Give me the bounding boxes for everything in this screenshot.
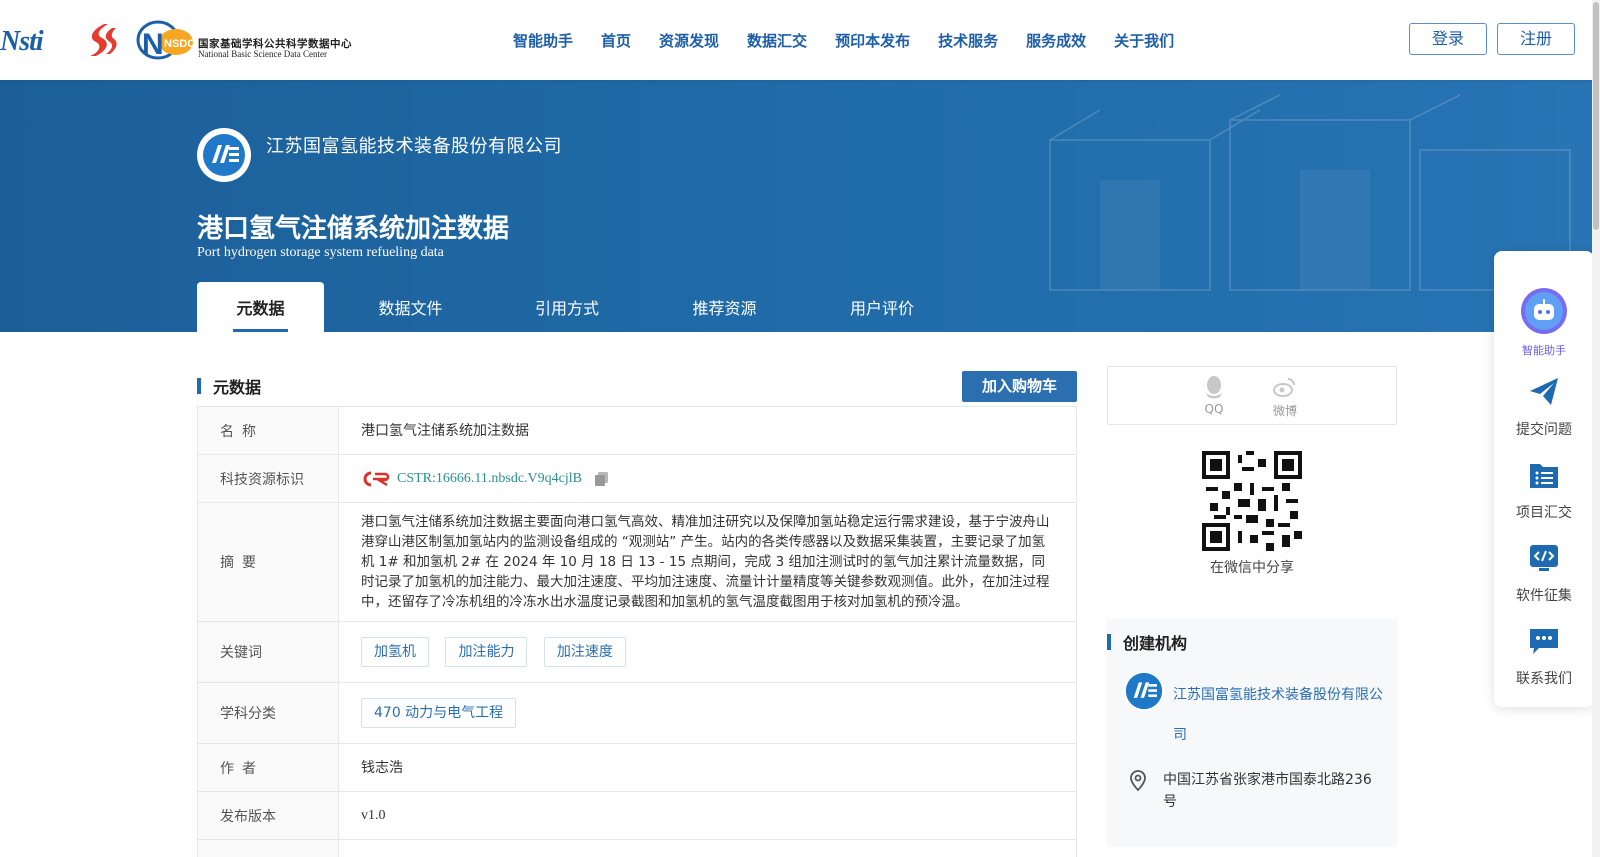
table-row: 科技资源标识 CSTR:16666.11.nbsdc.V9q4cjlB: [197, 454, 1077, 503]
float-assistant[interactable]: 智能助手: [1494, 287, 1594, 358]
weibo-icon: [1273, 378, 1295, 397]
nav-data-submit[interactable]: 数据汇交: [747, 30, 807, 51]
table-row: 作者 钱志浩: [197, 743, 1077, 792]
row-key-keywords: 关键词: [197, 621, 339, 683]
qq-icon: [1206, 376, 1222, 399]
dataset-banner: 江苏国富氢能技术装备股份有限公司 港口氢气注储系统加注数据 Port hydro…: [0, 80, 1600, 332]
float-contact[interactable]: 联系我们: [1494, 624, 1594, 688]
scrollbar-thumb[interactable]: [1593, 2, 1599, 230]
nsdc-en-name: National Basic Science Data Center: [198, 49, 327, 59]
code-icon: [1530, 545, 1558, 571]
metadata-table: 名称 港口氢气注储系统加注数据 科技资源标识 CSTR:16666.11.nbs…: [197, 406, 1077, 857]
org-card-name[interactable]: 江苏国富氢能技术装备股份有限公司: [1173, 675, 1383, 755]
register-button[interactable]: 注册: [1497, 23, 1575, 55]
svg-text:NSDC: NSDC: [164, 38, 194, 50]
paper-plane-icon: [1530, 378, 1558, 405]
tab-reviews[interactable]: 用户评价: [812, 282, 952, 332]
share-qq[interactable]: QQ: [1194, 375, 1234, 416]
nav-tech-service[interactable]: 技术服务: [938, 30, 998, 51]
row-val-author: 钱志浩: [338, 743, 1077, 792]
nav-results[interactable]: 服务成效: [1026, 30, 1086, 51]
add-to-cart-button[interactable]: 加入购物车: [962, 371, 1077, 402]
svg-text:N: N: [142, 28, 164, 60]
org-card-title: 创建机构: [1123, 634, 1188, 653]
float-submit-question[interactable]: 提交问题: [1494, 375, 1594, 439]
metadata-section-header: 元数据: [197, 371, 261, 401]
nav-assistant[interactable]: 智能助手: [513, 30, 573, 51]
login-button[interactable]: 登录: [1409, 23, 1487, 55]
table-row: [197, 839, 1077, 857]
nav-about[interactable]: 关于我们: [1114, 30, 1174, 51]
tab-metadata[interactable]: 元数据: [197, 282, 324, 332]
section-accent-bar: [1107, 634, 1111, 650]
keyword-tag[interactable]: 加注能力: [445, 637, 528, 667]
table-row: 关键词 加氢机 加注能力 加注速度: [197, 621, 1077, 683]
robot-icon: [1521, 288, 1567, 334]
row-val-cstr: CSTR:16666.11.nbsdc.V9q4cjlB: [338, 454, 1077, 503]
row-key-cstr: 科技资源标识: [197, 454, 339, 503]
nsdc-logo[interactable]: N NSDC 国家基础学科公共科学数据中心 National Basic Sci…: [136, 20, 352, 61]
nav-preprint[interactable]: 预印本发布: [835, 30, 910, 51]
row-key-abstract: 摘要: [197, 502, 339, 622]
list-icon: [1530, 464, 1558, 488]
section-accent-bar: [197, 378, 201, 394]
dataset-tabs: 元数据 数据文件 引用方式 推荐资源 用户评价: [197, 282, 952, 332]
share-box: QQ 微博: [1107, 366, 1397, 425]
share-weibo[interactable]: 微博: [1265, 375, 1305, 419]
row-key-subject: 学科分类: [197, 682, 339, 744]
row-key-name: 名称: [197, 406, 339, 455]
guofu-logo-icon: [203, 134, 245, 176]
subject-tag[interactable]: 470 动力与电气工程: [361, 698, 517, 728]
cstr-link[interactable]: CSTR:16666.11.nbsdc.V9q4cjlB: [397, 469, 582, 489]
row-val-name: 港口氢气注储系统加注数据: [338, 406, 1077, 455]
org-logo[interactable]: [197, 128, 251, 182]
nsdc-mark-icon: N NSDC: [136, 20, 195, 61]
org-card-address: 中国江苏省张家港市国泰北路236号: [1163, 772, 1372, 810]
location-pin-icon: [1130, 770, 1146, 792]
qr-caption: 在微信中分享: [1210, 560, 1294, 576]
keyword-tag[interactable]: 加注速度: [543, 637, 626, 667]
copy-icon[interactable]: [594, 471, 610, 487]
banner-org-name[interactable]: 江苏国富氢能技术装备股份有限公司: [266, 132, 562, 158]
dataset-title-cn: 港口氢气注储系统加注数据: [197, 214, 510, 244]
table-row: 学科分类 470 动力与电气工程: [197, 682, 1077, 744]
row-val-keywords: 加氢机 加注能力 加注速度: [338, 621, 1077, 683]
row-key-author: 作者: [197, 743, 339, 792]
org-card-header: 创建机构: [1107, 630, 1187, 654]
wechat-qr-code: [1202, 451, 1302, 551]
cstr-logo-icon: [363, 471, 390, 486]
page-scrollbar[interactable]: [1592, 0, 1600, 857]
row-val-version: v1.0: [338, 791, 1077, 840]
row-key-version: 发布版本: [197, 791, 339, 840]
creator-org-card: 创建机构 江苏国富氢能技术装备股份有限公司 中国江苏省张家港市国泰北路236号: [1107, 619, 1397, 847]
main-nav: 智能助手 首页 资源发现 数据汇交 预印本发布 技术服务 服务成效 关于我们: [513, 30, 1202, 51]
tab-data-files[interactable]: 数据文件: [324, 282, 497, 332]
guofu-logo-icon: [1125, 672, 1163, 710]
dataset-title-en: Port hydrogen storage system refueling d…: [197, 245, 444, 260]
tab-citation[interactable]: 引用方式: [497, 282, 637, 332]
float-software-call[interactable]: 软件征集: [1494, 541, 1594, 605]
table-row: 名称 港口氢气注储系统加注数据: [197, 406, 1077, 455]
org-card-logo[interactable]: [1124, 671, 1164, 711]
table-row: 发布版本 v1.0: [197, 791, 1077, 840]
chat-icon: [1530, 629, 1558, 654]
keyword-tag[interactable]: 加氢机: [361, 637, 429, 667]
float-project-submit[interactable]: 项目汇交: [1494, 458, 1594, 522]
metadata-section-title: 元数据: [213, 378, 262, 397]
nsti-logo[interactable]: Nsti: [0, 26, 44, 58]
org-s-logo[interactable]: [82, 22, 120, 58]
table-row: 摘要 港口氢气注储系统加注数据主要面向港口氢气高效、精准加注研究以及保障加氢站稳…: [197, 502, 1077, 622]
nav-discover[interactable]: 资源发现: [659, 30, 719, 51]
row-val-abstract: 港口氢气注储系统加注数据主要面向港口氢气高效、精准加注研究以及保障加氢站稳定运行…: [338, 502, 1077, 622]
nav-home[interactable]: 首页: [601, 30, 631, 51]
tab-recommended[interactable]: 推荐资源: [637, 282, 812, 332]
top-header: Nsti N NSDC 国家基础学科公共科学数据中心 National Basi…: [0, 0, 1600, 80]
floating-menu: 智能助手 提交问题 项目汇交 软件征集 联系我们: [1494, 251, 1594, 707]
row-val-subject: 470 动力与电气工程: [338, 682, 1077, 744]
